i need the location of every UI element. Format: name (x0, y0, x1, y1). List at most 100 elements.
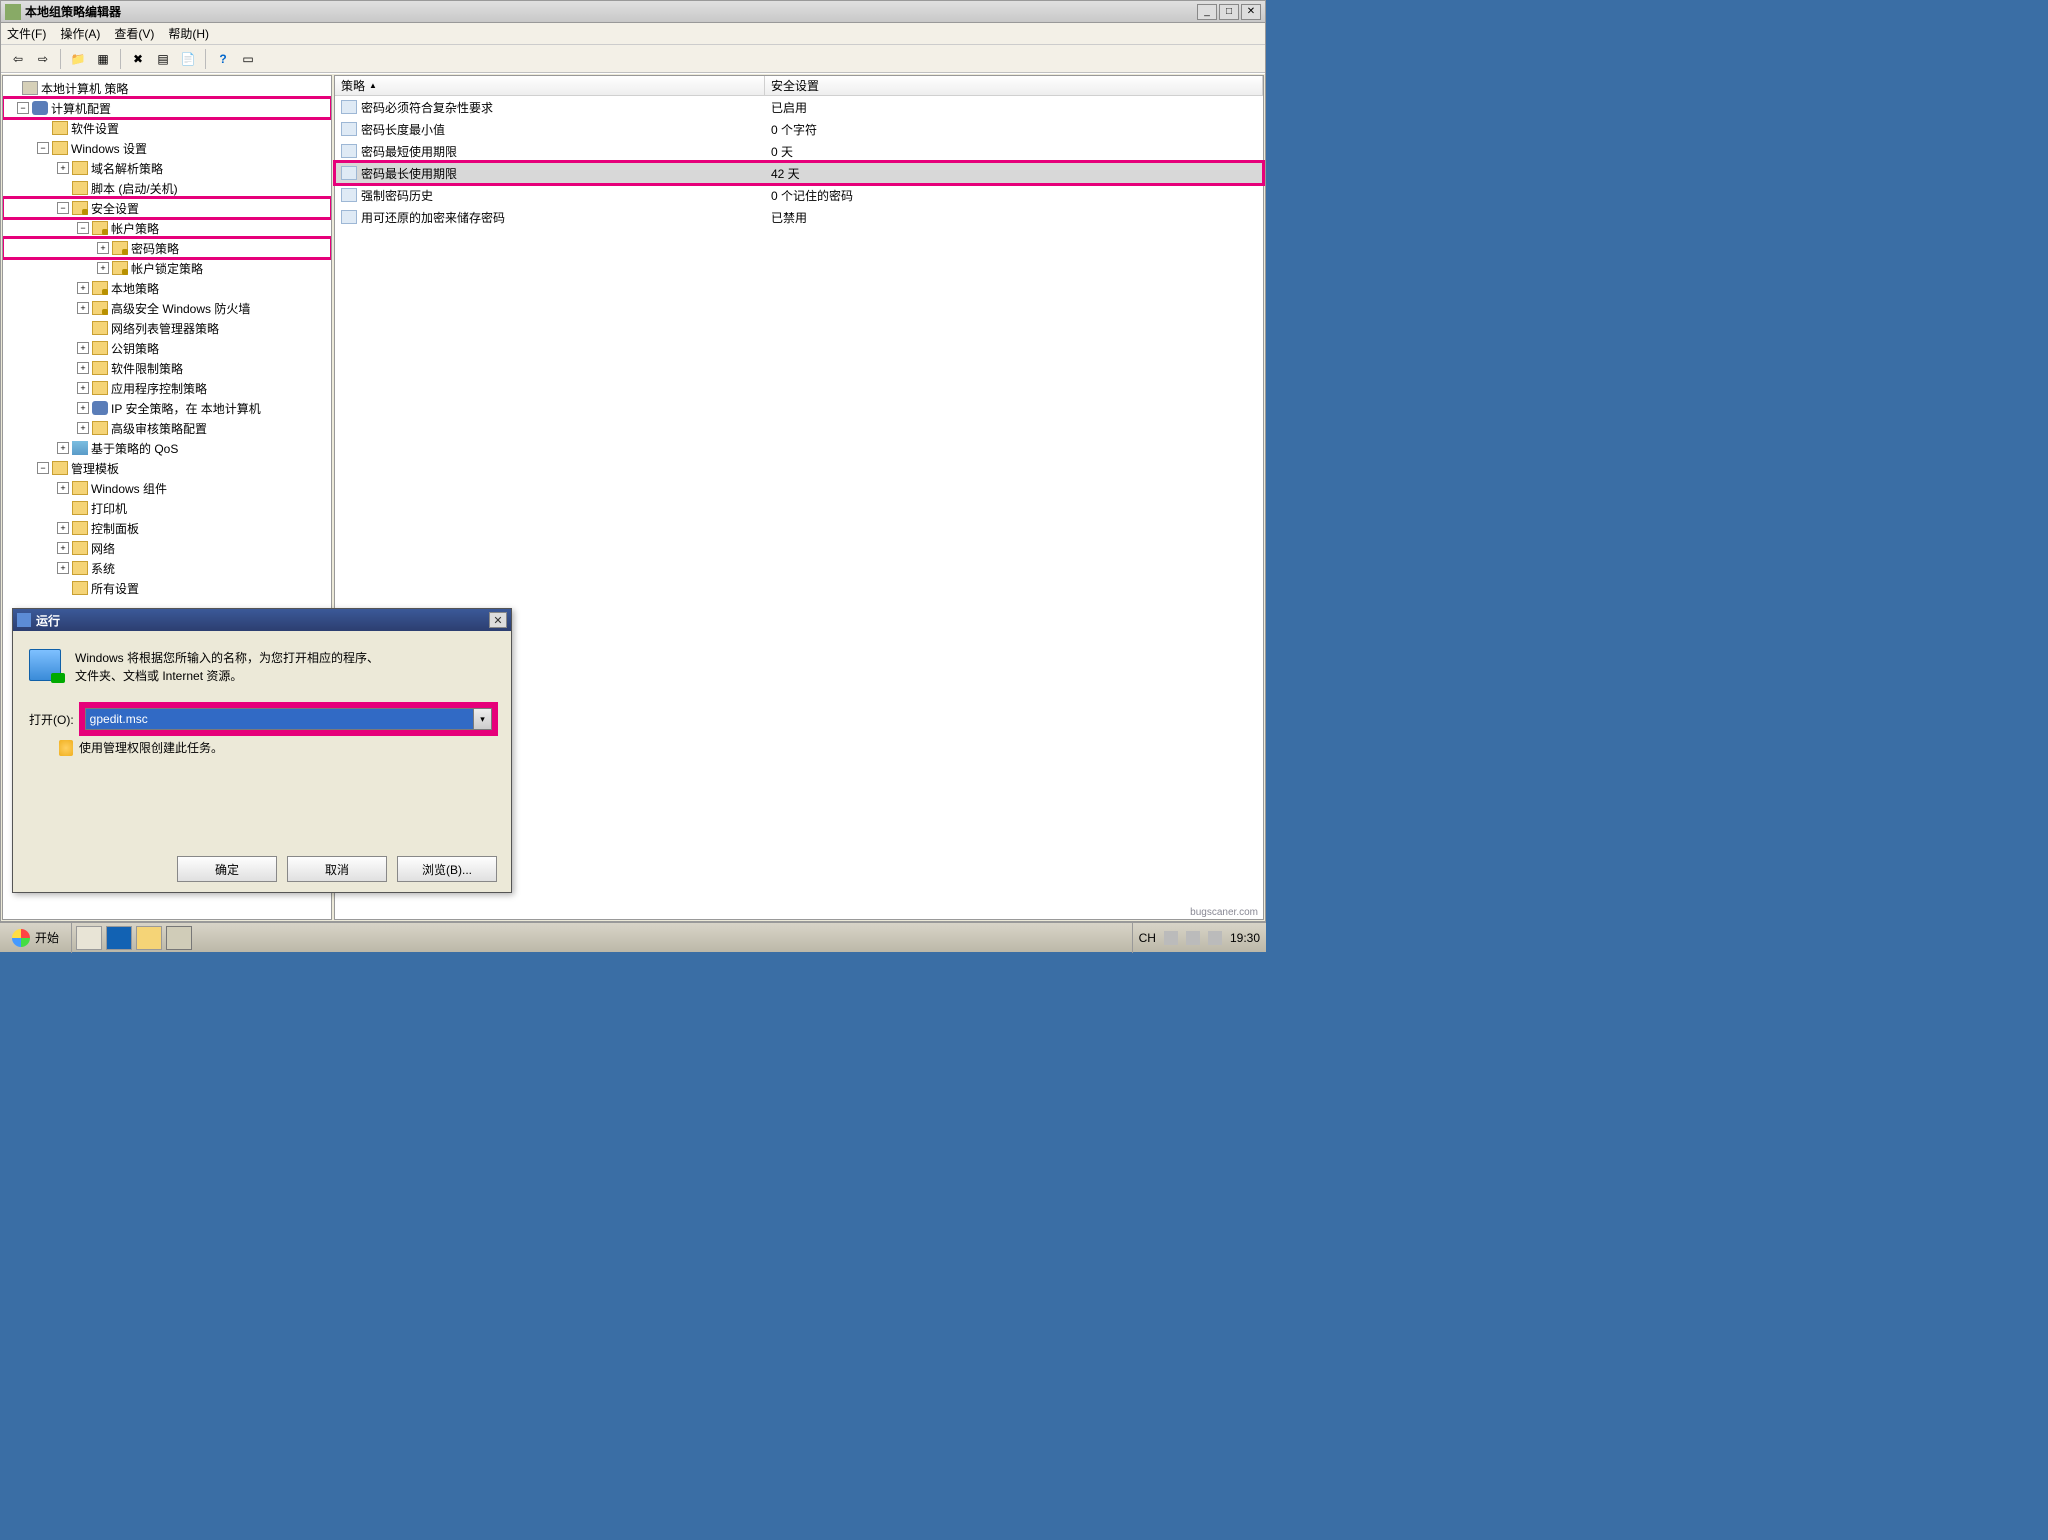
up-button[interactable]: 📁 (67, 48, 89, 70)
run-hero-icon (29, 649, 61, 681)
cancel-button[interactable]: 取消 (287, 856, 387, 882)
tree-qos[interactable]: +基于策略的 QoS (3, 438, 331, 458)
expand-icon[interactable]: + (57, 542, 69, 554)
delete-button[interactable]: ✖ (127, 48, 149, 70)
tree-windows-settings[interactable]: −Windows 设置 (3, 138, 331, 158)
tray-volume-icon[interactable] (1208, 931, 1222, 945)
filter-button[interactable]: ▭ (237, 48, 259, 70)
show-hide-tree-button[interactable]: ▦ (92, 48, 114, 70)
tree-lockout-policy[interactable]: +帐户锁定策略 (3, 258, 331, 278)
tree-swrestrict[interactable]: +软件限制策略 (3, 358, 331, 378)
watermark: bugscaner.com (1190, 907, 1258, 918)
tree-security-settings[interactable]: −安全设置 (3, 198, 331, 218)
open-input[interactable] (85, 708, 474, 730)
tree-password-policy[interactable]: +密码策略 (3, 238, 331, 258)
expand-icon[interactable]: + (77, 422, 89, 434)
expand-icon[interactable]: + (77, 282, 89, 294)
expand-icon[interactable]: + (57, 162, 69, 174)
expand-icon[interactable]: + (97, 262, 109, 274)
forward-button[interactable]: ⇨ (32, 48, 54, 70)
app-icon (5, 4, 21, 20)
run-titlebar[interactable]: 运行 ✕ (13, 609, 511, 631)
taskbar: 开始 CH 19:30 (0, 922, 1266, 952)
root-icon (22, 81, 38, 95)
expand-icon[interactable]: + (57, 562, 69, 574)
open-combo-highlight: ▾ (82, 705, 495, 733)
tree-computer-config[interactable]: −计算机配置 (3, 98, 331, 118)
tree-printers[interactable]: 打印机 (3, 498, 331, 518)
clock[interactable]: 19:30 (1230, 931, 1260, 945)
list-row[interactable]: 密码必须符合复杂性要求已启用 (335, 96, 1263, 118)
tray-network-icon[interactable] (1186, 931, 1200, 945)
tray-keyboard-icon[interactable] (1164, 931, 1178, 945)
run-close-button[interactable]: ✕ (489, 612, 507, 628)
menu-file[interactable]: 文件(F) (7, 25, 46, 42)
tree-admin-templates[interactable]: −管理模板 (3, 458, 331, 478)
tree-ipsec[interactable]: +IP 安全策略，在 本地计算机 (3, 398, 331, 418)
tree-root[interactable]: 本地计算机 策略 (3, 78, 331, 98)
browse-button[interactable]: 浏览(B)... (397, 856, 497, 882)
lang-indicator[interactable]: CH (1139, 931, 1156, 945)
expand-icon[interactable]: + (57, 482, 69, 494)
tree-win-comp[interactable]: +Windows 组件 (3, 478, 331, 498)
task-explorer[interactable] (136, 926, 162, 950)
expand-icon[interactable]: + (77, 342, 89, 354)
collapse-icon[interactable]: − (37, 142, 49, 154)
tree-scripts[interactable]: 脚本 (启动/关机) (3, 178, 331, 198)
tree-software[interactable]: 软件设置 (3, 118, 331, 138)
tree-all-settings[interactable]: 所有设置 (3, 578, 331, 598)
task-servermgr[interactable] (76, 926, 102, 950)
folder-icon (52, 121, 68, 135)
collapse-icon[interactable]: − (77, 222, 89, 234)
menu-action[interactable]: 操作(A) (60, 25, 100, 42)
tree: 本地计算机 策略 −计算机配置 软件设置 −Windows 设置 +域名解析策略… (3, 76, 331, 600)
menu-help[interactable]: 帮助(H) (168, 25, 209, 42)
expand-icon[interactable]: + (77, 382, 89, 394)
tree-account-policies[interactable]: −帐户策略 (3, 218, 331, 238)
tree-firewall[interactable]: +高级安全 Windows 防火墙 (3, 298, 331, 318)
list-row[interactable]: 强制密码历史0 个记住的密码 (335, 184, 1263, 206)
col-security[interactable]: 安全设置 (765, 76, 1263, 95)
task-gpedit[interactable] (166, 926, 192, 950)
expand-icon[interactable]: + (77, 362, 89, 374)
tree-netlist[interactable]: 网络列表管理器策略 (3, 318, 331, 338)
list-row[interactable]: 密码最短使用期限0 天 (335, 140, 1263, 162)
tree-ctrlpanel[interactable]: +控制面板 (3, 518, 331, 538)
col-policy[interactable]: 策略▲ (335, 76, 765, 95)
ok-button[interactable]: 确定 (177, 856, 277, 882)
menu-view[interactable]: 查看(V) (114, 25, 154, 42)
tree-pubkey[interactable]: +公钥策略 (3, 338, 331, 358)
minimize-button[interactable]: _ (1197, 4, 1217, 20)
start-button[interactable]: 开始 (0, 923, 72, 953)
properties-button[interactable]: ▤ (152, 48, 174, 70)
list-row[interactable]: 密码长度最小值0 个字符 (335, 118, 1263, 140)
tree-audit[interactable]: +高级审核策略配置 (3, 418, 331, 438)
maximize-button[interactable]: □ (1219, 4, 1239, 20)
collapse-icon[interactable]: − (17, 102, 29, 114)
expand-icon[interactable]: + (77, 402, 89, 414)
close-button[interactable]: ✕ (1241, 4, 1261, 20)
task-powershell[interactable] (106, 926, 132, 950)
export-button[interactable]: 📄 (177, 48, 199, 70)
folder-icon (112, 241, 128, 255)
tree-network[interactable]: +网络 (3, 538, 331, 558)
tree-dns[interactable]: +域名解析策略 (3, 158, 331, 178)
tree-local-policies[interactable]: +本地策略 (3, 278, 331, 298)
expand-icon[interactable]: + (57, 442, 69, 454)
tree-system[interactable]: +系统 (3, 558, 331, 578)
separator (120, 49, 121, 69)
tree-appctrl[interactable]: +应用程序控制策略 (3, 378, 331, 398)
dropdown-button[interactable]: ▾ (474, 708, 492, 730)
folder-icon (92, 341, 108, 355)
list-row[interactable]: 用可还原的加密来储存密码已禁用 (335, 206, 1263, 228)
titlebar[interactable]: 本地组策略编辑器 _ □ ✕ (1, 1, 1265, 23)
expand-icon[interactable]: + (77, 302, 89, 314)
collapse-icon[interactable]: − (37, 462, 49, 474)
collapse-icon[interactable]: − (57, 202, 69, 214)
expand-icon[interactable]: + (57, 522, 69, 534)
expand-icon[interactable]: + (97, 242, 109, 254)
back-button[interactable]: ⇦ (7, 48, 29, 70)
policy-icon (341, 100, 357, 114)
list-row-selected[interactable]: 密码最长使用期限42 天 (335, 162, 1263, 184)
help-button[interactable]: ? (212, 48, 234, 70)
